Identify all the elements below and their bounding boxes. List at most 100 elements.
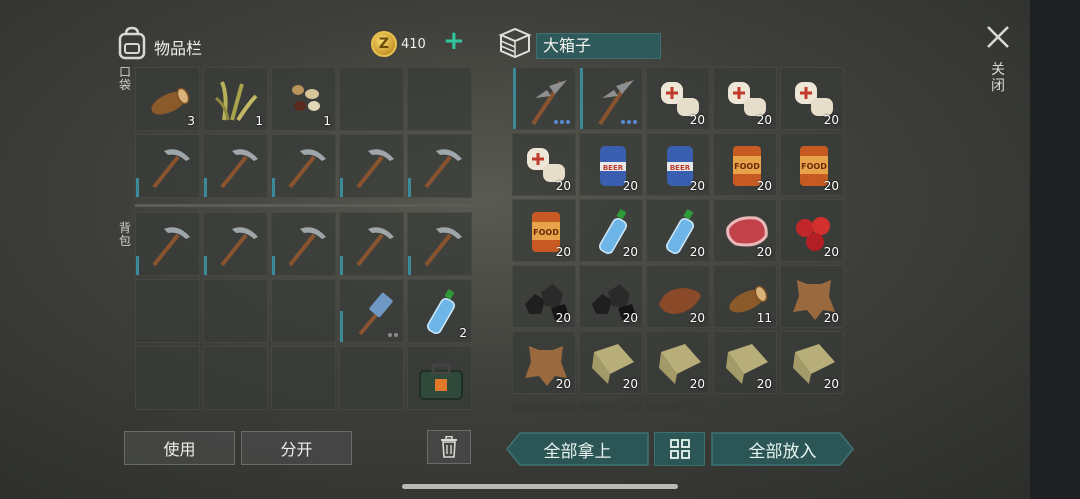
inventory-slot-empty[interactable] bbox=[135, 279, 200, 343]
box-name-field[interactable]: 大箱子 bbox=[536, 33, 661, 59]
add-coins-button[interactable]: + bbox=[443, 28, 465, 54]
inventory-slot[interactable] bbox=[579, 67, 643, 130]
inventory-slot[interactable]: BEER 20 bbox=[646, 133, 710, 196]
hammer-icon bbox=[358, 292, 393, 336]
inventory-slot-empty[interactable] bbox=[407, 67, 472, 131]
item-quantity: 20 bbox=[823, 245, 839, 259]
pickaxe-icon bbox=[356, 227, 394, 267]
item-quantity: 20 bbox=[756, 377, 772, 391]
pickaxe-icon bbox=[424, 149, 462, 189]
quality-dots bbox=[621, 120, 637, 124]
item-quantity: 20 bbox=[622, 377, 638, 391]
inventory-slot[interactable]: 20 bbox=[780, 265, 844, 328]
split-button[interactable]: 分开 bbox=[241, 431, 352, 465]
inventory-slot[interactable] bbox=[512, 67, 576, 130]
item-quantity: 20 bbox=[555, 377, 571, 391]
close-icon[interactable] bbox=[985, 24, 1011, 50]
durability-bar bbox=[408, 256, 411, 275]
item-quantity: 20 bbox=[622, 179, 638, 193]
quality-dots bbox=[388, 333, 398, 337]
box-grid: 20 20 20 20 BEER 20 BEER 20 FOOD 20 FOOD 20 FOOD 20 20… bbox=[512, 67, 844, 394]
inventory-slot-empty[interactable] bbox=[271, 346, 336, 410]
inventory-slot[interactable]: 20 bbox=[713, 199, 777, 262]
storage-box-icon bbox=[498, 27, 532, 59]
home-indicator[interactable] bbox=[402, 484, 678, 489]
use-button[interactable]: 使用 bbox=[124, 431, 235, 465]
box-slot-partial bbox=[579, 402, 643, 412]
inventory-slot-empty[interactable] bbox=[339, 67, 404, 131]
durability-bar bbox=[204, 256, 207, 275]
inventory-slot[interactable]: 20 bbox=[512, 331, 576, 394]
item-quantity: 20 bbox=[823, 179, 839, 193]
pickaxe-icon bbox=[288, 227, 326, 267]
item-quantity: 20 bbox=[689, 113, 705, 127]
inventory-slot[interactable]: 20 bbox=[646, 265, 710, 328]
inventory-slot[interactable]: 20 bbox=[579, 331, 643, 394]
inventory-slot[interactable]: 20 bbox=[512, 133, 576, 196]
inventory-slot[interactable]: 3 bbox=[135, 67, 200, 131]
inventory-slot[interactable] bbox=[135, 134, 200, 198]
inventory-slot[interactable] bbox=[339, 279, 404, 343]
inventory-slot-empty[interactable] bbox=[203, 279, 268, 343]
inventory-slot[interactable]: 20 bbox=[780, 67, 844, 130]
inventory-slot[interactable]: FOOD 20 bbox=[780, 133, 844, 196]
durability-bar bbox=[204, 178, 207, 197]
durability-bar bbox=[408, 178, 411, 197]
inventory-slot[interactable]: 20 bbox=[646, 67, 710, 130]
durability-bar bbox=[580, 68, 583, 129]
grid-icon bbox=[669, 439, 690, 459]
inventory-slot[interactable] bbox=[203, 134, 268, 198]
inventory-slot[interactable]: 2 bbox=[407, 279, 472, 343]
inventory-slot[interactable] bbox=[339, 212, 404, 276]
item-quantity: 20 bbox=[555, 245, 571, 259]
backpack-icon bbox=[118, 26, 146, 60]
inventory-slot[interactable]: FOOD 20 bbox=[713, 133, 777, 196]
pickaxe-icon bbox=[220, 227, 258, 267]
inventory-slot[interactable] bbox=[135, 212, 200, 276]
inventory-slot[interactable]: 20 bbox=[579, 265, 643, 328]
inventory-slot[interactable]: 20 bbox=[713, 67, 777, 130]
sort-button[interactable] bbox=[654, 432, 705, 466]
inventory-slot[interactable]: 20 bbox=[646, 331, 710, 394]
inventory-slot[interactable]: 20 bbox=[646, 199, 710, 262]
inventory-slot-empty[interactable] bbox=[135, 346, 200, 410]
inventory-slot-empty[interactable] bbox=[339, 346, 404, 410]
item-quantity: 20 bbox=[823, 311, 839, 325]
inventory-slot[interactable] bbox=[271, 212, 336, 276]
inventory-slot-empty[interactable] bbox=[271, 279, 336, 343]
inventory-slot[interactable]: 20 bbox=[579, 199, 643, 262]
inventory-slot[interactable] bbox=[203, 212, 268, 276]
put-all-label: 全部放入 bbox=[748, 441, 817, 462]
inventory-slot[interactable] bbox=[339, 134, 404, 198]
inventory-slot[interactable] bbox=[407, 134, 472, 198]
inventory-slot[interactable] bbox=[271, 134, 336, 198]
close-label[interactable]: 关闭 bbox=[990, 62, 1006, 94]
inventory-slot[interactable]: 20 bbox=[780, 199, 844, 262]
inventory-slot[interactable] bbox=[407, 212, 472, 276]
inventory-slot[interactable]: 20 bbox=[512, 265, 576, 328]
inventory-slot[interactable]: 20 bbox=[713, 331, 777, 394]
inventory-slot[interactable]: 1 bbox=[203, 67, 268, 131]
put-all-button[interactable]: 全部放入 bbox=[711, 432, 854, 466]
box-slot-partial bbox=[780, 402, 844, 412]
item-quantity: 20 bbox=[756, 179, 772, 193]
item-quantity: 3 bbox=[187, 114, 195, 128]
backpack-grid: 2 bbox=[135, 212, 472, 410]
coin-icon: Z bbox=[371, 31, 397, 57]
durability-bar bbox=[272, 256, 275, 275]
box-slot-partial bbox=[646, 402, 710, 412]
inventory-slot-empty[interactable] bbox=[203, 346, 268, 410]
take-all-button[interactable]: 全部拿上 bbox=[506, 432, 649, 466]
item-quantity: 20 bbox=[555, 179, 571, 193]
inventory-slot[interactable]: FOOD 20 bbox=[512, 199, 576, 262]
trash-icon bbox=[441, 436, 457, 458]
trash-button[interactable] bbox=[427, 430, 471, 464]
inventory-slot[interactable]: 20 bbox=[780, 331, 844, 394]
coin-count: 410 bbox=[401, 37, 426, 52]
inventory-slot[interactable]: BEER 20 bbox=[579, 133, 643, 196]
pickaxe-icon bbox=[152, 149, 190, 189]
inventory-slot[interactable] bbox=[407, 346, 472, 410]
inventory-slot[interactable]: 11 bbox=[713, 265, 777, 328]
item-quantity: 20 bbox=[555, 311, 571, 325]
inventory-slot[interactable]: 1 bbox=[271, 67, 336, 131]
